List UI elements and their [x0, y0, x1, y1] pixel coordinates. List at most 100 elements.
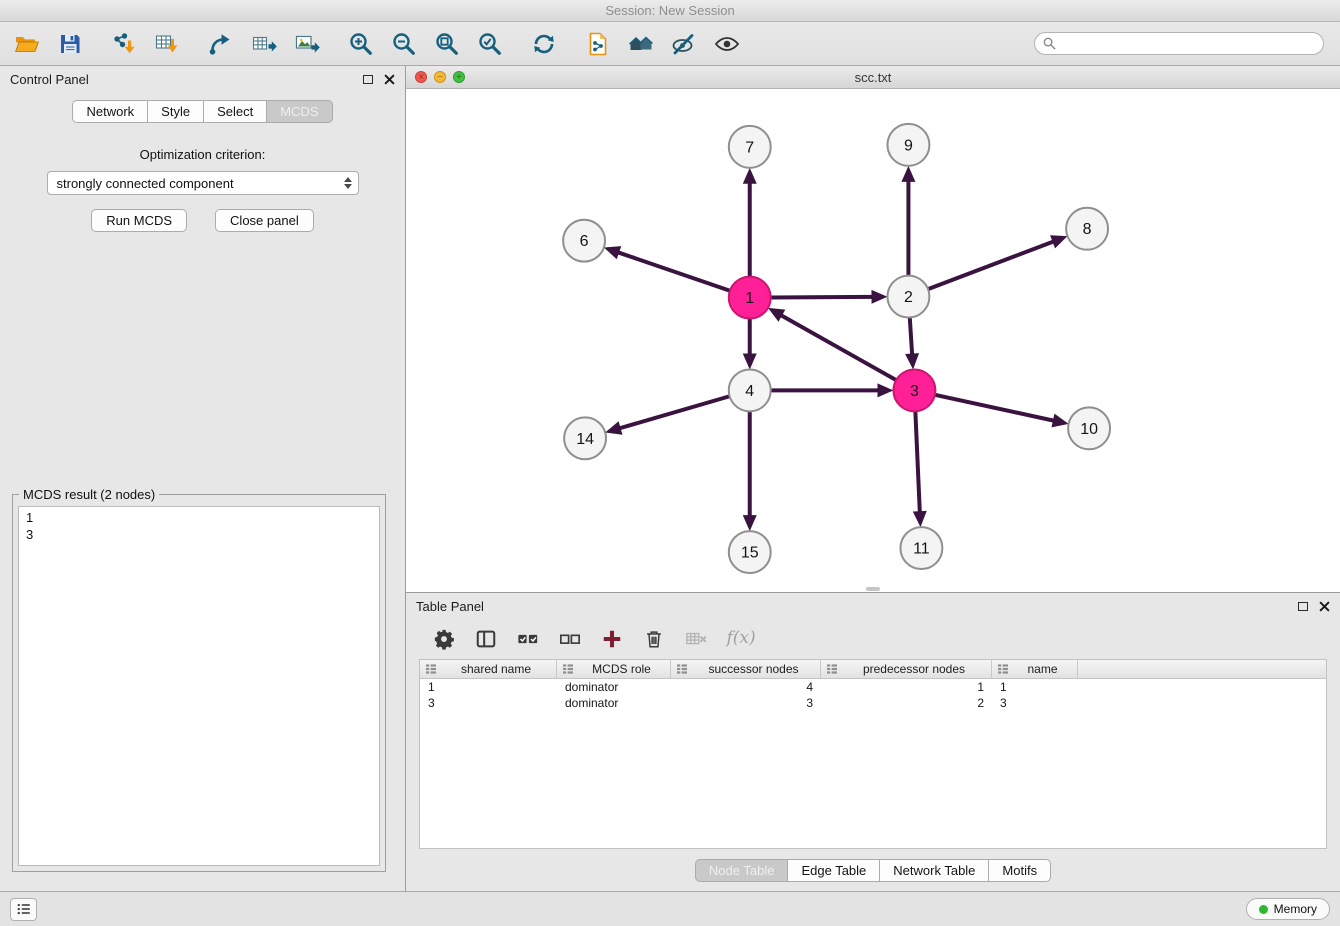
graph-node-2[interactable]: 2	[887, 276, 929, 318]
graph-node-6[interactable]: 6	[563, 220, 605, 262]
splitter-handle[interactable]	[866, 587, 880, 591]
window-titlebar: Session: New Session	[0, 0, 1340, 22]
mcds-result-list[interactable]: 13	[18, 506, 380, 866]
edge-4-14[interactable]	[605, 396, 729, 434]
graph-node-15[interactable]: 15	[729, 531, 771, 573]
edge-4-15[interactable]	[743, 411, 757, 531]
node-label: 4	[745, 383, 754, 400]
memory-button[interactable]: Memory	[1246, 898, 1330, 920]
edge-2-8[interactable]	[928, 235, 1067, 289]
close-window-button[interactable]: ×	[415, 71, 427, 83]
home-layout-button[interactable]	[626, 29, 656, 59]
export-image-icon	[294, 31, 320, 57]
column-header-mcds-role[interactable]: MCDS role	[557, 660, 671, 678]
edge-2-9[interactable]	[901, 166, 915, 276]
delete-column-button[interactable]	[640, 625, 667, 652]
network-canvas[interactable]: 7 9 6 8 1 2 4 3 14 10 15 11	[406, 89, 1340, 592]
refresh-layout-button[interactable]	[529, 29, 559, 59]
close-panel-icon[interactable]	[384, 74, 395, 85]
graph-node-7[interactable]: 7	[729, 126, 771, 168]
edge-1-4[interactable]	[743, 319, 757, 370]
float-panel-icon[interactable]	[363, 75, 373, 84]
tab-node-table[interactable]: Node Table	[695, 859, 789, 882]
toggle-panel-mode-button[interactable]	[472, 625, 499, 652]
table-cell-shared-name: 3	[420, 695, 557, 711]
tab-network-table[interactable]: Network Table	[879, 859, 989, 882]
edge-3-10[interactable]	[935, 395, 1069, 427]
edge-2-3[interactable]	[905, 318, 919, 370]
zoom-fit-button[interactable]	[432, 29, 462, 59]
column-header-successor-nodes[interactable]: successor nodes	[671, 660, 821, 678]
optimization-criterion-select[interactable]: strongly connected component	[47, 171, 359, 195]
node-label: 11	[913, 541, 930, 558]
tab-motifs[interactable]: Motifs	[988, 859, 1051, 882]
network-window-titlebar[interactable]: ×−+ scc.txt	[406, 66, 1340, 89]
open-session-button[interactable]	[12, 29, 42, 59]
graph-node-10[interactable]: 10	[1068, 407, 1110, 449]
run-mcds-button[interactable]: Run MCDS	[91, 209, 187, 232]
show-hide-details-button[interactable]	[712, 29, 742, 59]
fx-icon: f(x)	[727, 628, 749, 650]
edge-3-11[interactable]	[913, 411, 927, 527]
minimize-window-button[interactable]: −	[434, 71, 446, 83]
table-settings-button[interactable]	[430, 625, 457, 652]
select-arrows-icon	[344, 177, 352, 189]
export-image-button[interactable]	[292, 29, 322, 59]
table-tabs-bar: Node TableEdge TableNetwork TableMotifs	[406, 849, 1340, 891]
tab-style[interactable]: Style	[147, 100, 204, 123]
zoom-in-button[interactable]	[346, 29, 376, 59]
checkboxes-checked-icon	[517, 628, 539, 650]
tab-network[interactable]: Network	[72, 100, 148, 123]
show-panels-button[interactable]	[10, 898, 37, 921]
mcds-result-value: 1	[26, 509, 372, 526]
graph-node-9[interactable]: 9	[887, 124, 929, 166]
edge-1-7[interactable]	[743, 168, 757, 277]
style-preview-button[interactable]	[669, 29, 699, 59]
zoom-selected-button[interactable]	[475, 29, 505, 59]
export-network-button[interactable]	[206, 29, 236, 59]
graph-node-11[interactable]: 11	[900, 527, 942, 569]
tab-edge-table[interactable]: Edge Table	[787, 859, 880, 882]
node-label: 14	[576, 431, 594, 448]
network-document-button[interactable]	[583, 29, 613, 59]
table-panel-header: Table Panel	[406, 593, 1340, 620]
import-network-button[interactable]	[109, 29, 139, 59]
import-table-button[interactable]	[152, 29, 182, 59]
graph-node-4[interactable]: 4	[729, 369, 771, 411]
edge-4-3[interactable]	[771, 383, 894, 397]
zoom-out-button[interactable]	[389, 29, 419, 59]
delete-table-button[interactable]	[682, 625, 709, 652]
export-table-button[interactable]	[249, 29, 279, 59]
node-label: 10	[1080, 421, 1098, 438]
graph-node-8[interactable]: 8	[1066, 208, 1108, 250]
float-table-panel-icon[interactable]	[1298, 602, 1308, 611]
edge-3-1[interactable]	[768, 308, 896, 380]
select-all-rows-button[interactable]	[514, 625, 541, 652]
column-header-name[interactable]: name	[992, 660, 1078, 678]
add-column-button[interactable]	[598, 625, 625, 652]
zoom-out-icon	[391, 31, 417, 57]
zoom-window-button[interactable]: +	[453, 71, 465, 83]
column-header-predecessor-nodes[interactable]: predecessor nodes	[821, 660, 992, 678]
deselect-all-rows-button[interactable]	[556, 625, 583, 652]
function-builder-button[interactable]: f(x)	[724, 625, 751, 652]
table-row[interactable]: 3dominator323	[420, 695, 1326, 711]
column-type-icon	[676, 663, 688, 675]
close-table-panel-icon[interactable]	[1319, 601, 1330, 612]
search-input[interactable]	[1034, 32, 1324, 55]
column-label: name	[1011, 662, 1074, 676]
graph-node-3[interactable]: 3	[893, 369, 935, 411]
column-header-shared-name[interactable]: shared name	[420, 660, 557, 678]
edge-1-6[interactable]	[604, 246, 730, 291]
edge-1-2[interactable]	[771, 290, 888, 304]
save-session-button[interactable]	[55, 29, 85, 59]
table-row[interactable]: 1dominator411	[420, 679, 1326, 695]
houses-icon	[628, 31, 654, 57]
tab-mcds[interactable]: MCDS	[266, 100, 332, 123]
close-panel-button[interactable]: Close panel	[215, 209, 314, 232]
graph-node-14[interactable]: 14	[564, 417, 606, 459]
tab-select[interactable]: Select	[203, 100, 267, 123]
column-type-icon	[826, 663, 838, 675]
main-content: Control Panel NetworkStyleSelectMCDS Opt…	[0, 66, 1340, 891]
graph-node-1[interactable]: 1	[729, 277, 771, 319]
